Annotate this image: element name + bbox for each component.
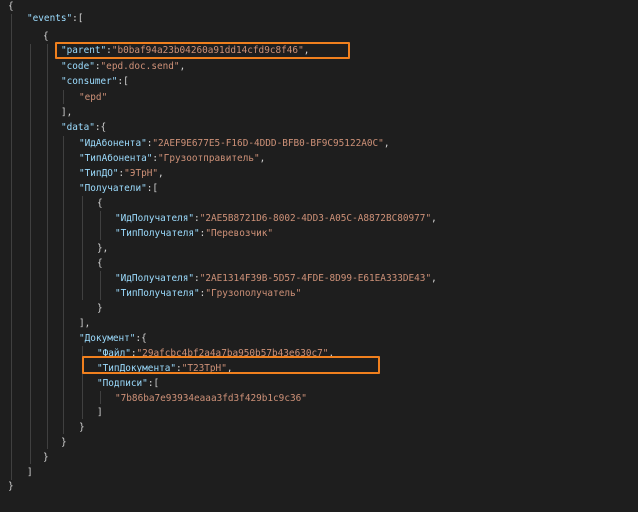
code-line: }, — [0, 242, 638, 256]
json-punctuation: :[ — [147, 378, 160, 389]
json-string: "epd.doc.send" — [100, 61, 180, 72]
code-line: ], — [0, 106, 638, 120]
code-line: "ТипПолучателя":"Перевозчик" — [0, 227, 638, 241]
json-punctuation: ] — [27, 467, 33, 478]
json-punctuation: , — [431, 273, 437, 284]
json-punctuation: ] — [97, 407, 103, 418]
code-line: "Получатели":[ — [0, 182, 638, 196]
json-key: "ИдПолучателя" — [115, 213, 195, 224]
json-string: "7b86ba7e93934eaaa3fd3f429b1c9c36" — [115, 393, 307, 404]
json-punctuation: ], — [79, 318, 91, 329]
json-punctuation: , — [179, 61, 186, 72]
json-key: "data" — [61, 122, 95, 133]
json-key: "code" — [61, 61, 95, 72]
json-punctuation: , — [158, 168, 164, 179]
json-punctuation: } — [61, 437, 67, 448]
code-line: "Подписи":[ — [0, 377, 638, 391]
json-key: "Документ" — [79, 333, 136, 344]
json-punctuation: :[ — [117, 76, 129, 87]
highlight-box-parent — [55, 42, 350, 59]
code-line: "ТипДО":"ЭТрН", — [0, 167, 638, 181]
code-line: ] — [0, 406, 638, 420]
json-key: "consumer" — [61, 76, 118, 87]
code-line: "code":"epd.doc.send", — [0, 60, 638, 74]
json-string: "2AE5B8721D6-8002-4DD3-A05C-A8872BC80977… — [199, 213, 432, 224]
json-punctuation: }, — [97, 243, 109, 254]
code-line: "Документ":{ — [0, 332, 638, 346]
code-line: "ИдАбонента":"2AEF9E677E5-F16D-4DDD-BFB0… — [0, 137, 638, 151]
json-string: "ЭТрН" — [124, 168, 159, 179]
json-key: "ТипПолучателя" — [115, 228, 200, 239]
json-punctuation: { — [97, 198, 103, 209]
code-line: } — [0, 302, 638, 316]
code-line: ], — [0, 317, 638, 331]
json-punctuation: , — [431, 213, 437, 224]
json-punctuation: :[ — [72, 13, 84, 24]
code-line: "events":[ — [0, 12, 638, 26]
json-key: "events" — [27, 13, 73, 24]
json-punctuation: , — [259, 153, 266, 164]
code-line: } — [0, 421, 638, 435]
code-line: { — [0, 197, 638, 211]
json-string: "2AEF9E677E5-F16D-4DDD-BFB0-BF9C95122A0C… — [152, 138, 384, 149]
json-punctuation: { — [8, 1, 14, 12]
json-string: "Перевозчик" — [205, 228, 274, 239]
json-editor[interactable]: {"events":[{"parent":"b0baf94a23b04260a9… — [0, 0, 638, 512]
json-punctuation: { — [43, 31, 49, 42]
json-punctuation: { — [97, 258, 103, 269]
json-punctuation: } — [43, 452, 49, 463]
json-key: "Получатели" — [79, 183, 147, 194]
json-string: "2AE1314F39B-5D57-4FDE-8D99-E61EA333DE43… — [199, 273, 432, 284]
highlight-box-document-type — [82, 356, 380, 374]
code-line: "ИдПолучателя":"2AE5B8721D6-8002-4DD3-A0… — [0, 212, 638, 226]
code-line: "epd" — [0, 91, 638, 105]
code-line: "7b86ba7e93934eaaa3fd3f429b1c9c36" — [0, 392, 638, 406]
json-key: "ТипПолучателя" — [115, 288, 200, 299]
json-punctuation: :{ — [135, 333, 147, 344]
json-punctuation: } — [97, 303, 103, 314]
code-line: "consumer":[ — [0, 75, 638, 89]
json-key: "ИдПолучателя" — [115, 273, 195, 284]
code-line: } — [0, 480, 638, 494]
code-line: "ИдПолучателя":"2AE1314F39B-5D57-4FDE-8D… — [0, 272, 638, 286]
json-string: "Грузоотправитель" — [158, 153, 260, 164]
json-punctuation: } — [79, 422, 85, 433]
code-line: "ТипАбонента":"Грузоотправитель", — [0, 152, 638, 166]
json-key: "ТипДО" — [79, 168, 119, 179]
json-punctuation: :[ — [146, 183, 159, 194]
json-key: "ИдАбонента" — [79, 138, 147, 149]
json-key: "Подписи" — [97, 378, 148, 389]
code-line: } — [0, 436, 638, 450]
code-line: { — [0, 257, 638, 271]
json-punctuation: } — [8, 481, 14, 492]
code-line: ] — [0, 466, 638, 480]
json-punctuation: :{ — [94, 122, 107, 133]
json-punctuation: ], — [61, 107, 73, 118]
code-line: "data":{ — [0, 121, 638, 135]
json-key: "ТипАбонента" — [79, 153, 153, 164]
json-string: "Грузополучатель" — [205, 288, 302, 299]
json-string: "epd" — [79, 92, 108, 103]
code-line: } — [0, 451, 638, 465]
code-line: "ТипПолучателя":"Грузополучатель" — [0, 287, 638, 301]
json-punctuation: , — [383, 138, 390, 149]
